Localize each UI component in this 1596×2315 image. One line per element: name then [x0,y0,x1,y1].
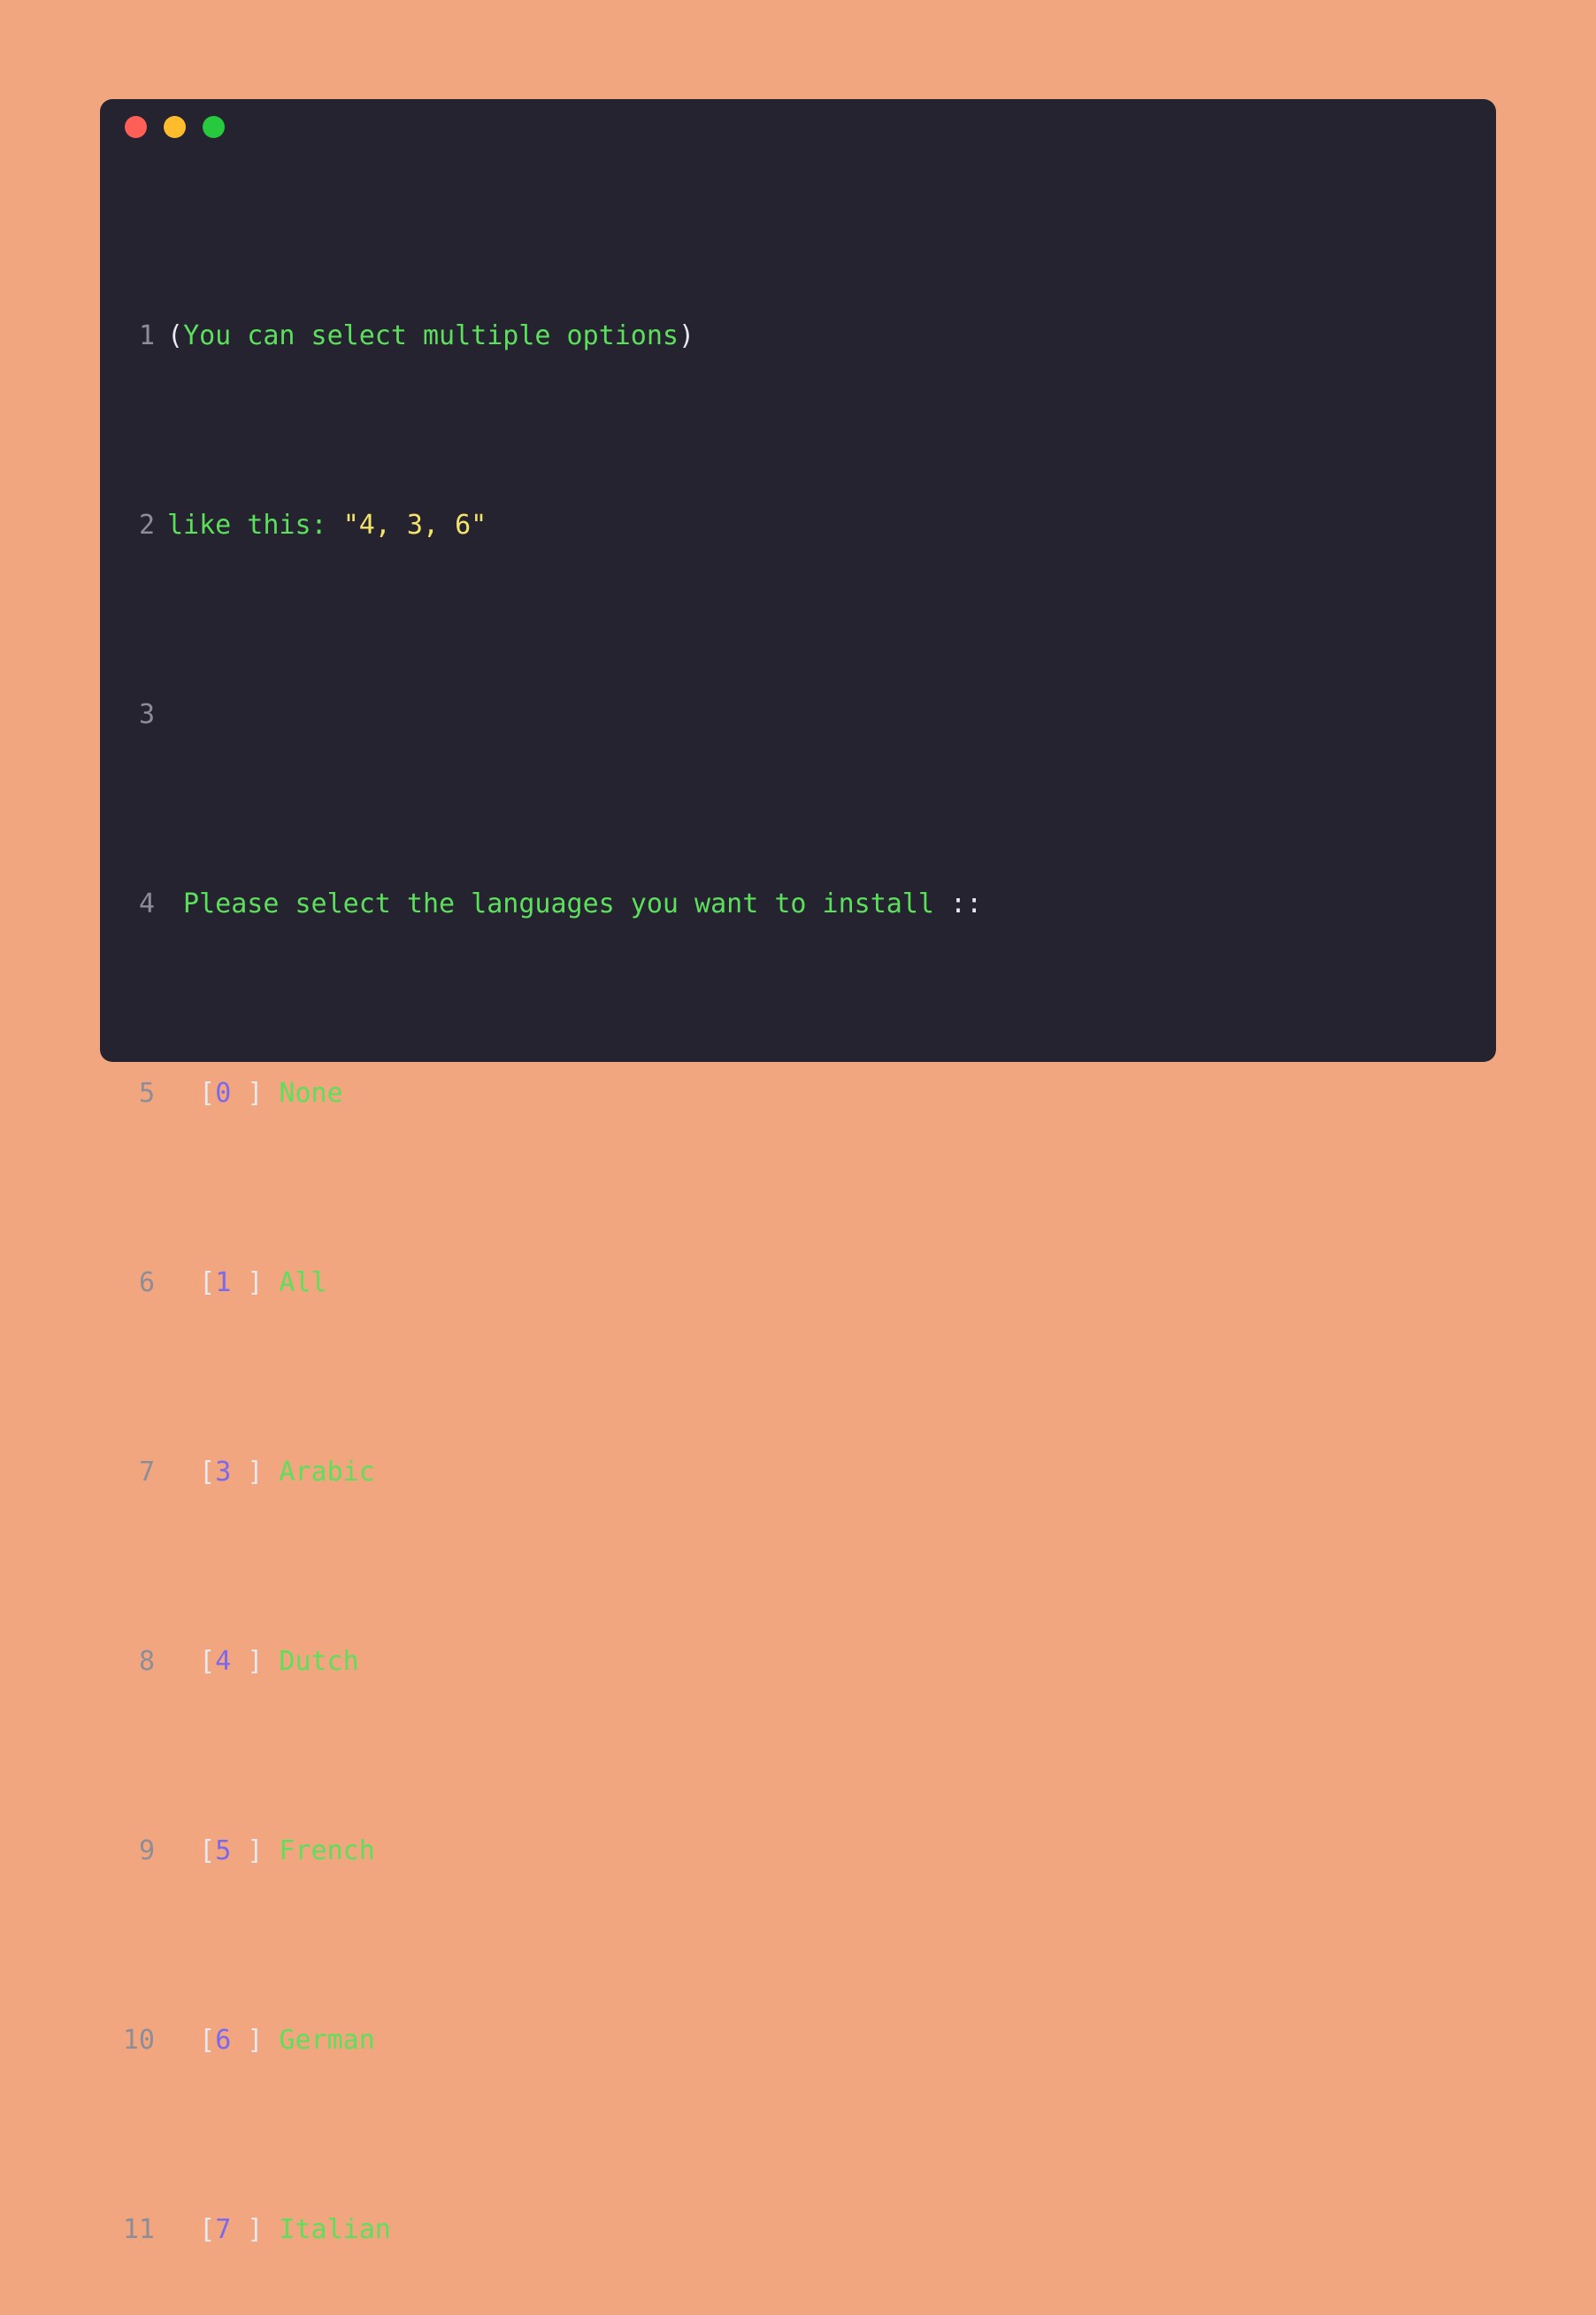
bracket-open: [ [199,1646,216,1678]
bracket-close: ] [247,1267,264,1299]
option-number: 3 [215,1457,232,1488]
bracket-open: [ [199,1267,216,1299]
prompt-question: Please select the languages you want to … [167,888,934,920]
bracket-open: [ [199,2025,216,2057]
bracket-open: [ [199,2214,216,2246]
terminal-line: 7 [3 ] Arabic [100,1454,1496,1492]
line-number: 9 [138,1835,155,1867]
terminal-line: 11 [7 ] Italian [100,2211,1496,2250]
line-content: (You can select multiple options) [167,318,694,356]
line-number: 11 [122,2214,155,2246]
window-titlebar [100,99,1496,154]
option-number: 0 [215,1078,232,1110]
option-row[interactable]: [5 ] French [167,1833,375,1871]
option-number: 5 [215,1835,232,1867]
option-label: All [263,1267,327,1299]
line-number: 5 [138,1078,155,1110]
option-pad [231,1835,247,1866]
option-row[interactable]: [4 ] Dutch [167,1643,359,1681]
line-content: like this: "4, 3, 6" [167,507,487,545]
option-pad [231,1457,247,1488]
option-pad [231,1646,247,1677]
option-row[interactable]: [1 ] All [167,1265,327,1303]
option-number: 7 [215,2214,232,2246]
bracket-close: ] [247,1078,264,1110]
close-button-icon[interactable] [125,115,147,138]
terminal-line: 2 like this: "4, 3, 6" [100,507,1496,545]
terminal-line: 4 Please select the languages you want t… [100,886,1496,924]
line-number: 2 [138,510,155,542]
option-label: French [263,1835,375,1867]
bracket-close: ] [247,1646,264,1678]
option-number: 1 [215,1267,232,1299]
bracket-close: ] [247,1457,264,1488]
bracket-open: [ [199,1078,216,1110]
line-number: 8 [138,1646,155,1678]
hint-text: You can select multiple options [183,320,679,352]
line-content: Please select the languages you want to … [167,886,982,924]
option-pad [231,1267,247,1298]
paren-open: ( [167,320,184,352]
option-row[interactable]: [0 ] None [167,1075,343,1113]
terminal-line: 5 [0 ] None [100,1075,1496,1113]
option-number: 6 [215,2025,232,2057]
option-label: Arabic [263,1457,375,1488]
like-this-label: like this: [167,510,343,542]
line-number: 6 [138,1267,155,1299]
terminal-output[interactable]: 1 (You can select multiple options) 2 li… [100,154,1496,2315]
terminal-line: 9 [5 ] French [100,1833,1496,1871]
terminal-line: 3 [100,696,1496,734]
option-pad [231,1078,247,1109]
prompt-question-suffix: :: [933,888,983,920]
maximize-button-icon[interactable] [203,115,225,138]
option-pad [231,2214,247,2245]
minimize-button-icon[interactable] [164,115,186,138]
terminal-window[interactable]: 1 (You can select multiple options) 2 li… [100,99,1496,2245]
terminal-line: 8 [4 ] Dutch [100,1643,1496,1681]
terminal-line: 1 (You can select multiple options) [100,318,1496,356]
option-pad [231,2025,247,2056]
bracket-close: ] [247,1835,264,1867]
example-value: "4, 3, 6" [342,510,487,542]
option-label: Italian [263,2214,391,2246]
line-number: 3 [138,699,155,731]
line-number: 1 [138,320,155,352]
option-label: None [263,1078,343,1110]
terminal-line: 6 [1 ] All [100,1265,1496,1303]
line-number: 7 [138,1457,155,1488]
option-row[interactable]: [3 ] Arabic [167,1454,375,1492]
bracket-close: ] [247,2214,264,2246]
option-label: German [263,2025,375,2057]
bracket-close: ] [247,2025,264,2057]
line-number: 10 [122,2025,155,2057]
option-row[interactable]: [7 ] Italian [167,2211,391,2250]
line-number: 4 [138,888,155,920]
paren-close: ) [678,320,695,352]
option-label: Dutch [263,1646,359,1678]
option-number: 4 [215,1646,232,1678]
terminal-line: 10 [6 ] German [100,2022,1496,2060]
option-row[interactable]: [6 ] German [167,2022,375,2060]
bracket-open: [ [199,1457,216,1488]
bracket-open: [ [199,1835,216,1867]
